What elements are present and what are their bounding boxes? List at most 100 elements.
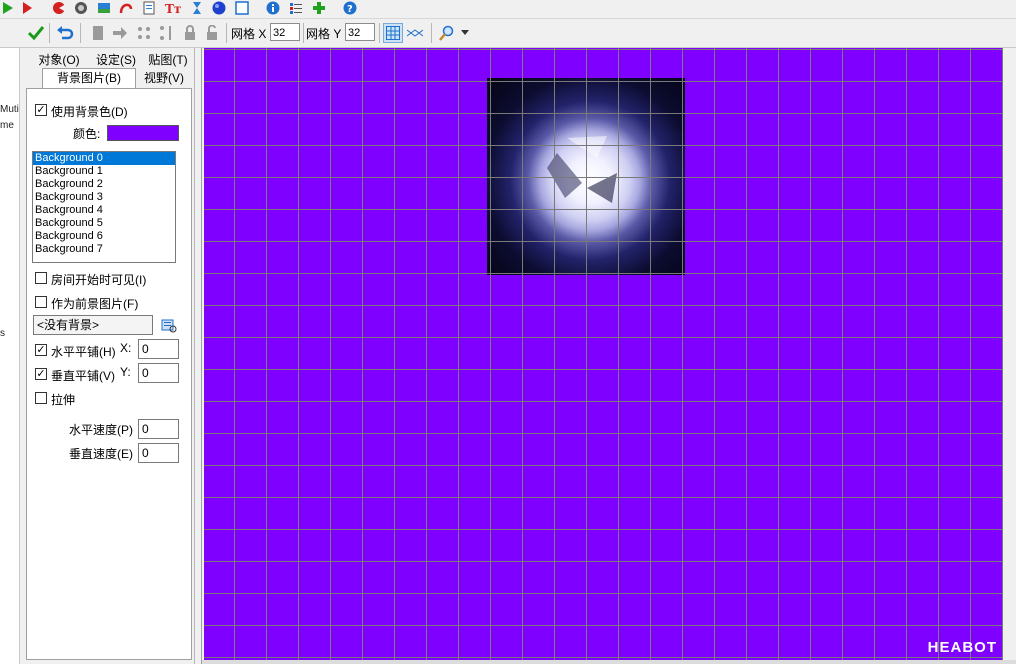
background-select-button[interactable] bbox=[161, 317, 177, 333]
room-grid bbox=[204, 48, 1003, 660]
background-icon[interactable] bbox=[97, 1, 111, 15]
shift-button[interactable] bbox=[110, 23, 130, 43]
hspeed-label: 水平速度(P) bbox=[69, 423, 133, 437]
magnifier-icon bbox=[439, 25, 454, 41]
toolbar-separator bbox=[303, 23, 304, 43]
y-offset-input[interactable]: 0 bbox=[138, 363, 179, 383]
x-offset-label: X: bbox=[120, 341, 132, 355]
resource-toolbar: Tт ? bbox=[0, 0, 1016, 19]
background-select[interactable]: <没有背景> bbox=[33, 315, 153, 335]
toolbar-separator bbox=[379, 23, 380, 43]
isometric-grid-button[interactable] bbox=[405, 23, 425, 43]
backgrounds-tab-content: ✓ 使用背景色(D) 颜色: Background 0 Background 1B… bbox=[26, 88, 192, 660]
tab-tiles[interactable]: 贴图(T) bbox=[144, 52, 192, 68]
lock-button[interactable] bbox=[180, 23, 200, 43]
zoom-button[interactable] bbox=[437, 23, 457, 43]
lock-icon bbox=[185, 25, 195, 40]
watermark: HEABOT bbox=[927, 639, 997, 656]
x-offset-input[interactable]: 0 bbox=[138, 339, 179, 359]
toolbar-separator bbox=[431, 23, 432, 43]
room-view: HEABOT bbox=[201, 48, 1016, 664]
stretch-label: 拉伸 bbox=[51, 393, 76, 407]
toolbar-separator bbox=[80, 23, 81, 43]
background-list-item[interactable]: Background 1 bbox=[33, 165, 175, 178]
timeline-icon[interactable] bbox=[190, 1, 204, 15]
room-properties-panel: 对象(O) 设定(S) 贴图(T) 背景图片(B) 视野(V) ✓ 使用背景色(… bbox=[20, 48, 195, 664]
game-info-icon[interactable] bbox=[266, 1, 280, 15]
help-icon[interactable]: ? bbox=[343, 1, 357, 15]
background-list-item[interactable]: Background 4 bbox=[33, 204, 175, 217]
page-icon bbox=[93, 26, 103, 40]
unlock-icon bbox=[207, 25, 217, 40]
tab-settings[interactable]: 设定(S) bbox=[88, 52, 144, 68]
sort-y-button[interactable] bbox=[156, 23, 176, 43]
grid-y-input[interactable]: 32 bbox=[345, 23, 375, 41]
room-icon[interactable] bbox=[235, 1, 249, 15]
run-icon[interactable] bbox=[1, 1, 15, 15]
sort-horizontal-icon bbox=[138, 27, 150, 39]
background-list-item[interactable]: Background 2 bbox=[33, 178, 175, 191]
background-list-item[interactable]: Background 5 bbox=[33, 217, 175, 230]
grid-x-input[interactable]: 32 bbox=[270, 23, 300, 41]
tile-vertical-checkbox[interactable]: ✓ bbox=[35, 368, 47, 380]
clear-button[interactable] bbox=[88, 23, 108, 43]
tab-backgrounds[interactable]: 背景图片(B) bbox=[42, 68, 136, 88]
stretch-checkbox[interactable] bbox=[35, 392, 47, 404]
background-list-item[interactable]: Background 7 bbox=[33, 243, 175, 256]
horizontal-scrollbar[interactable] bbox=[202, 660, 1016, 664]
sprite-icon[interactable] bbox=[52, 1, 66, 15]
global-settings-icon[interactable] bbox=[289, 1, 303, 15]
tile-horizontal-label: 水平平铺(H) bbox=[51, 345, 116, 359]
font-icon[interactable]: Tт bbox=[165, 1, 183, 15]
y-offset-label: Y: bbox=[120, 365, 131, 379]
path-icon[interactable] bbox=[119, 1, 133, 15]
script-icon[interactable] bbox=[142, 1, 156, 15]
tree-text-fragment: Muti bbox=[0, 104, 19, 115]
tile-vertical-label: 垂直平铺(V) bbox=[51, 369, 115, 383]
grid-x-label: 网格 X bbox=[231, 27, 267, 41]
vspeed-label: 垂直速度(E) bbox=[69, 447, 133, 461]
tree-text-fragment: me bbox=[0, 120, 14, 131]
use-bg-color-label: 使用背景色(D) bbox=[51, 105, 128, 119]
color-label: 颜色: bbox=[73, 127, 101, 141]
background-list-item[interactable]: Background 0 bbox=[33, 152, 175, 165]
visible-at-start-label: 房间开始时可见(I) bbox=[51, 273, 147, 287]
zoom-dropdown[interactable] bbox=[458, 23, 472, 43]
ok-button[interactable] bbox=[26, 23, 46, 43]
background-list-item[interactable]: Background 6 bbox=[33, 230, 175, 243]
foreground-checkbox[interactable] bbox=[35, 296, 47, 308]
chevron-down-icon bbox=[461, 30, 469, 35]
tile-horizontal-checkbox[interactable]: ✓ bbox=[35, 344, 47, 356]
bg-color-swatch[interactable] bbox=[107, 125, 179, 141]
unlock-button[interactable] bbox=[202, 23, 222, 43]
sort-x-button[interactable] bbox=[134, 23, 154, 43]
object-icon[interactable] bbox=[212, 1, 226, 15]
sort-vertical-icon bbox=[160, 26, 171, 40]
grid-icon bbox=[386, 26, 400, 40]
vertical-scrollbar[interactable] bbox=[1003, 48, 1016, 660]
sound-icon[interactable] bbox=[74, 1, 88, 15]
extension-icon[interactable] bbox=[312, 1, 326, 15]
background-list-item[interactable]: Background 3 bbox=[33, 191, 175, 204]
vspeed-input[interactable]: 0 bbox=[138, 443, 179, 463]
use-bg-color-checkbox[interactable]: ✓ bbox=[35, 104, 47, 116]
debug-icon[interactable] bbox=[20, 1, 34, 15]
visible-at-start-checkbox[interactable] bbox=[35, 272, 47, 284]
show-grid-button[interactable] bbox=[383, 23, 403, 43]
toolbar-separator bbox=[226, 23, 227, 43]
tab-objects[interactable]: 对象(O) bbox=[32, 52, 86, 68]
undo-button[interactable] bbox=[55, 23, 75, 43]
isometric-grid-icon bbox=[407, 29, 423, 37]
room-canvas[interactable]: HEABOT bbox=[204, 48, 1003, 660]
undo-icon bbox=[57, 26, 74, 40]
svg-text:Tт: Tт bbox=[165, 2, 181, 15]
resource-tree-edge: Muti me s bbox=[0, 48, 20, 664]
tree-text-fragment: s bbox=[0, 328, 5, 339]
grid-y-label: 网格 Y bbox=[306, 27, 342, 41]
hspeed-input[interactable]: 0 bbox=[138, 419, 179, 439]
checkmark-icon bbox=[27, 26, 45, 41]
tab-views[interactable]: 视野(V) bbox=[136, 70, 192, 86]
background-list[interactable]: Background 0 Background 1 Background 2 Back… bbox=[32, 151, 176, 263]
browse-icon bbox=[161, 319, 177, 333]
toolbar-separator bbox=[49, 23, 50, 43]
